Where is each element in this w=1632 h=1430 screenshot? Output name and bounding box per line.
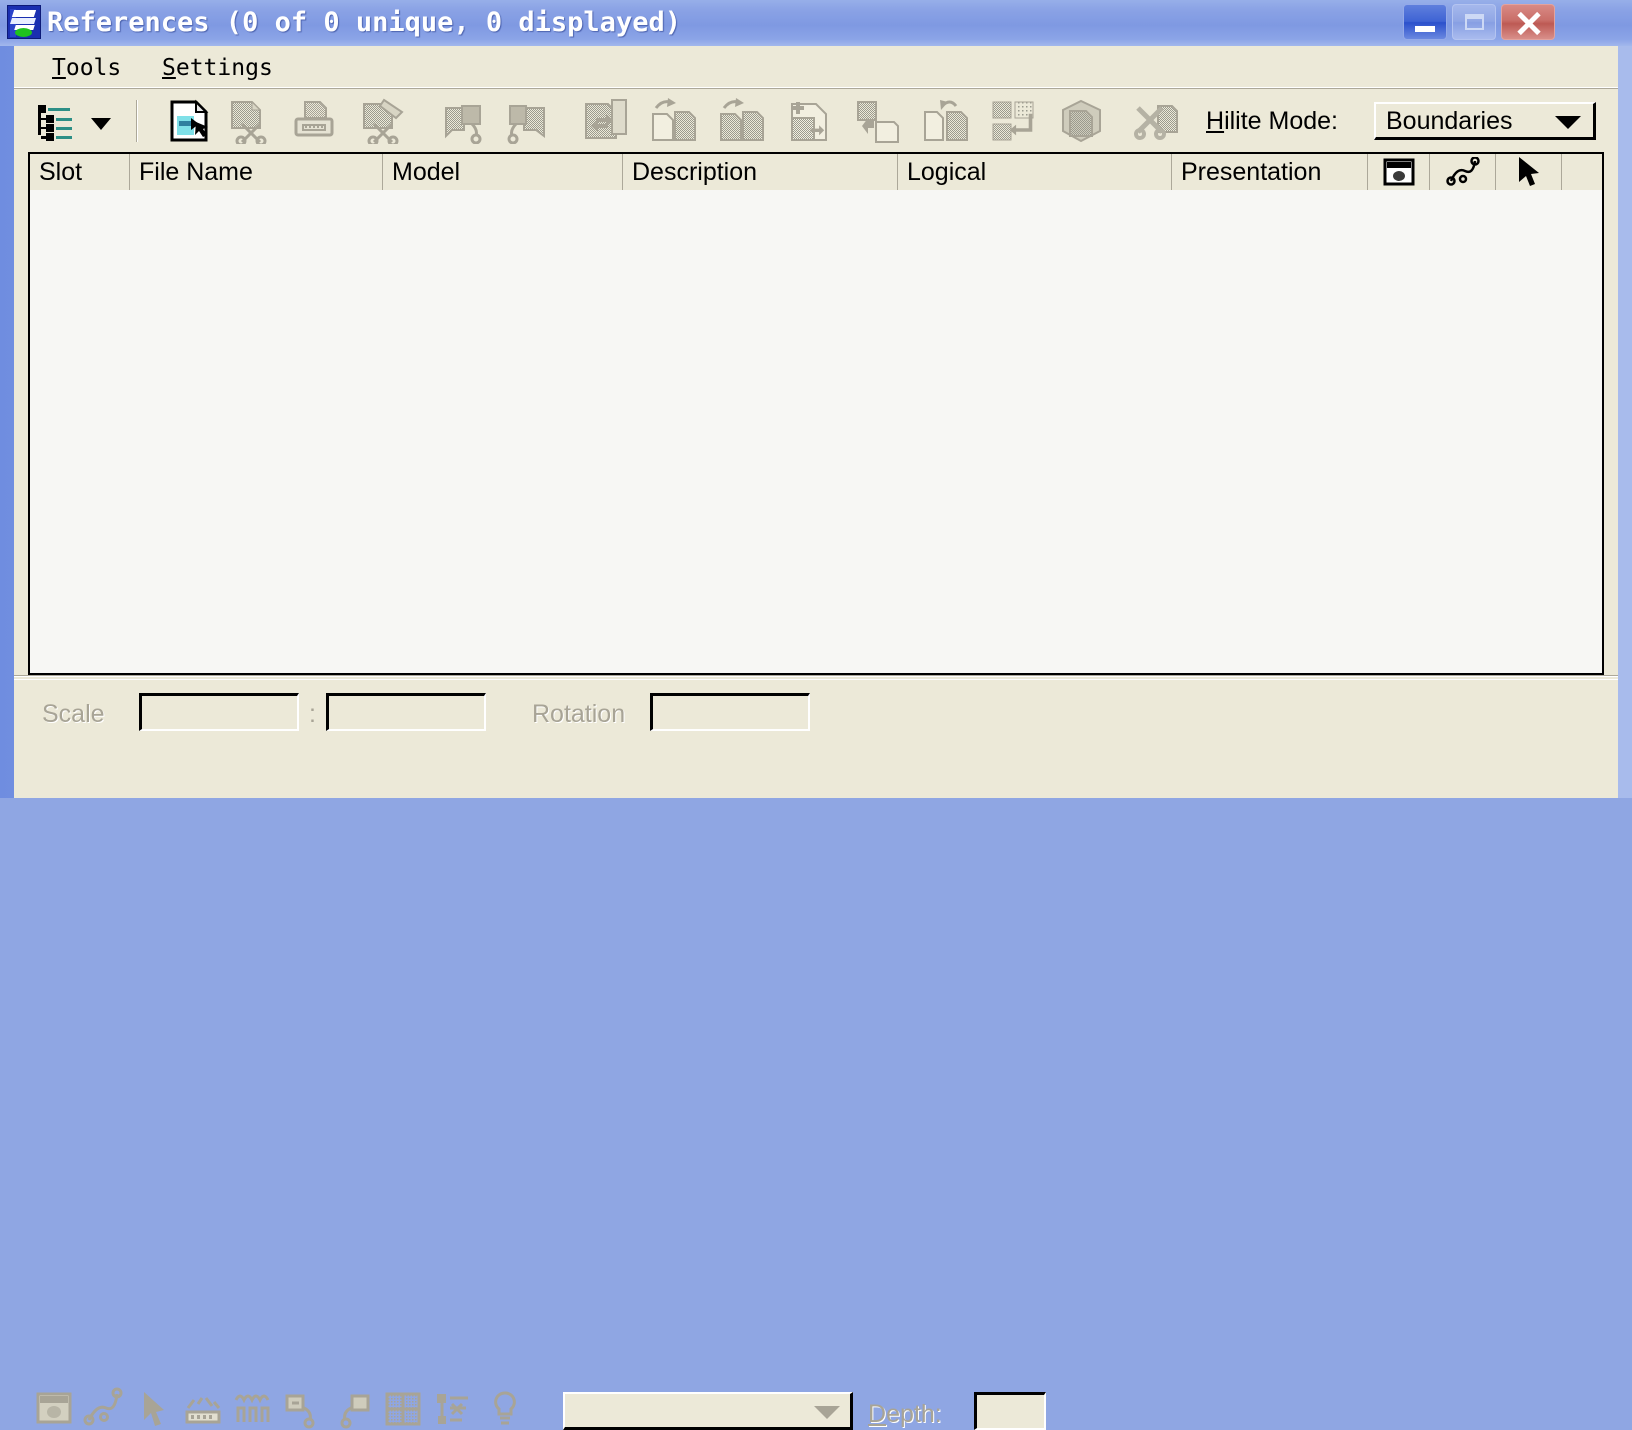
depth-input[interactable]	[974, 1392, 1046, 1430]
locate-toggle-icon	[132, 1386, 174, 1430]
clip-back-icon	[332, 1386, 374, 1430]
depth-accel: D	[868, 1400, 887, 1428]
rotation-label: Rotation	[532, 700, 626, 728]
mask-reference-button	[502, 98, 548, 144]
title-bar: References (0 of 0 unique, 0 displayed)	[0, 0, 1632, 46]
menu-bar: Tools Settings	[14, 46, 1618, 89]
minimize-button[interactable]	[1403, 4, 1447, 40]
mirror-attachment-button	[922, 98, 968, 144]
scale-master-input[interactable]	[139, 693, 299, 731]
column-header-display-toggle[interactable]	[1368, 154, 1430, 190]
scale-separator: :	[309, 700, 316, 728]
locate-toggle-icon	[1516, 156, 1542, 188]
chevron-down-icon[interactable]	[86, 98, 116, 144]
maximize-button[interactable]	[1452, 4, 1496, 40]
make-direct-attachment-button	[1058, 98, 1104, 144]
list-column-header: Slot File Name Model Description Logical…	[28, 152, 1604, 190]
chevron-down-icon	[814, 1406, 840, 1419]
attachment-properties-panel: Scale : Rotation Depth:	[14, 679, 1618, 1430]
hilite-mode-accel: H	[1206, 107, 1225, 135]
snap-toggle-icon	[1445, 157, 1480, 187]
column-header-snap-toggle[interactable]	[1430, 154, 1496, 190]
merge-into-master-button	[990, 98, 1036, 144]
menu-tools-accel: T	[52, 55, 66, 81]
column-header-slot[interactable]: Slot	[30, 154, 130, 190]
panel-divider	[14, 675, 1618, 677]
column-header-description[interactable]: Description	[623, 154, 898, 190]
column-header-locate-toggle[interactable]	[1496, 154, 1562, 190]
depth-rest: epth:	[886, 1400, 942, 1428]
hilite-mode-rest: ilite Mode:	[1224, 107, 1339, 135]
column-header-presentation[interactable]: Presentation	[1172, 154, 1368, 190]
menu-settings-accel: S	[162, 55, 176, 81]
move-attachment-button	[718, 98, 764, 144]
tool-bar: Hilite Mode: Boundaries	[14, 90, 1618, 150]
hilite-mode-dropdown[interactable]: Boundaries	[1374, 102, 1596, 140]
display-toggle-icon	[34, 1386, 76, 1430]
rotation-input[interactable]	[650, 693, 810, 731]
toolbar-separator	[136, 100, 138, 142]
scale-reference-input[interactable]	[326, 693, 486, 731]
scale-attachment-button	[786, 98, 832, 144]
display-raster-refs-icon	[382, 1386, 424, 1430]
new-level-display-icon	[432, 1386, 474, 1430]
references-dialog-window: References (0 of 0 unique, 0 displayed) …	[0, 0, 1632, 1430]
column-header-model[interactable]: Model	[383, 154, 623, 190]
menu-divider	[14, 87, 1618, 89]
attach-reference-button[interactable]	[166, 98, 212, 144]
snap-toggle-icon	[82, 1386, 124, 1430]
clip-front-icon	[282, 1386, 324, 1430]
references-list-body[interactable]	[28, 190, 1604, 675]
display-toggle-icon	[1383, 158, 1415, 186]
chevron-down-icon	[1555, 116, 1581, 129]
reload-document-button	[582, 98, 628, 144]
global-linestyle-icon	[484, 1386, 526, 1430]
hilite-mode-label: Hilite Mode:	[1206, 106, 1338, 136]
menu-item-settings[interactable]: Settings	[154, 54, 281, 82]
scale-label: Scale	[42, 700, 105, 728]
column-header-spacer	[1562, 154, 1602, 190]
microstation-logo-icon	[7, 5, 41, 39]
depth-label: Depth:	[868, 1399, 942, 1429]
menu-item-tools[interactable]: Tools	[44, 54, 129, 82]
menu-tools-rest: ools	[65, 55, 122, 81]
clip-reference-button	[442, 98, 488, 144]
reload-reference-button	[290, 98, 336, 144]
copy-attachment-button	[650, 98, 696, 144]
exchange-reference-button	[360, 98, 406, 144]
line-style-scale-icon	[232, 1386, 274, 1430]
detach-reference-button	[226, 98, 272, 144]
rotate-attachment-button	[854, 98, 900, 144]
hilite-mode-value: Boundaries	[1386, 107, 1513, 135]
column-header-logical[interactable]: Logical	[898, 154, 1172, 190]
nested-attachments-dropdown[interactable]	[563, 1392, 853, 1430]
client-area: Tools Settings Hilite Mode: Boundaries S…	[14, 46, 1618, 1430]
window-title: References (0 of 0 unique, 0 displayed)	[47, 7, 681, 38]
scale-line-styles-icon	[182, 1386, 224, 1430]
close-button[interactable]	[1501, 4, 1555, 40]
column-header-file-name[interactable]: File Name	[130, 154, 383, 190]
list-presentation-dropdown[interactable]	[32, 98, 78, 144]
detach-all-button	[1134, 98, 1180, 144]
menu-settings-rest: ettings	[175, 55, 273, 81]
